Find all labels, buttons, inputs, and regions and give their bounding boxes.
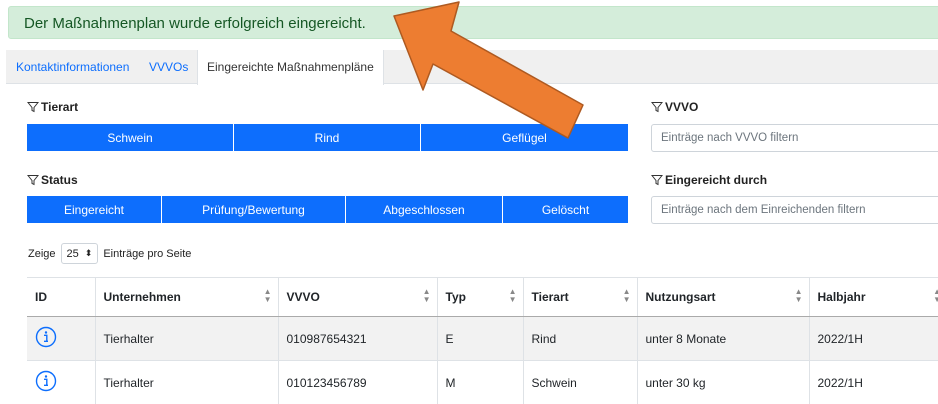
tierart-cell: Rind	[522, 316, 637, 361]
sort-icon: ▲ ▼	[933, 287, 938, 304]
success-alert: Der Maßnahmenplan wurde erfolgreich eing…	[8, 6, 938, 39]
page-length-control: Zeige 25 ⬍ Einträge pro Seite	[28, 243, 191, 264]
funnel-icon	[27, 175, 39, 186]
per-page-value: 25	[66, 247, 79, 260]
funnel-icon	[27, 102, 39, 113]
table-row: Tierhalter 010123456789 M Schwein unter …	[27, 360, 938, 404]
table-row: Tierhalter 010987654321 E Rind unter 8 M…	[27, 316, 938, 361]
table-header-row: ID Unternehmen ▲ ▼ VVVO ▲ ▼ Typ ▲ ▼ Tierart ▲ ▼ …	[27, 277, 938, 317]
sort-icon: ▲ ▼	[508, 287, 517, 304]
tab-kontaktinformationen[interactable]: Kontaktinformationen	[16, 50, 129, 84]
sort-icon: ▲ ▼	[263, 287, 272, 304]
status-geloescht-button[interactable]: Gelöscht	[503, 196, 628, 223]
tab-bar: Kontaktinformationen VVVOs Eingereichte …	[6, 50, 938, 85]
nutzungsart-cell: unter 30 kg	[636, 360, 809, 404]
info-circle-icon[interactable]	[35, 370, 57, 392]
tierart-button-group: Schwein Rind Geflügel	[27, 124, 628, 151]
sort-icon: ▲ ▼	[422, 287, 431, 304]
halbjahr-cell: 2022/1H	[808, 316, 938, 361]
filter-label-status: Status	[27, 173, 78, 187]
tab-vvvos[interactable]: VVVOs	[149, 50, 188, 84]
typ-cell: M	[436, 360, 523, 404]
typ-cell: E	[436, 316, 523, 361]
filter-label-eingereicht-durch-text: Eingereicht durch	[665, 173, 768, 187]
eingereicht-durch-filter-input[interactable]: Einträge nach dem Einreichenden filtern	[651, 196, 938, 224]
column-header-halbjahr[interactable]: Halbjahr ▲ ▼	[808, 277, 938, 317]
tierart-rind-button[interactable]: Rind	[234, 124, 421, 151]
per-page-suffix: Einträge pro Seite	[103, 247, 192, 260]
status-pruefung-button[interactable]: Prüfung/Bewertung	[162, 196, 346, 223]
id-cell	[27, 360, 95, 404]
per-page-select[interactable]: 25 ⬍	[60, 243, 99, 264]
unternehmen-cell: Tierhalter	[94, 360, 278, 404]
column-header-unternehmen[interactable]: Unternehmen ▲ ▼	[94, 277, 278, 317]
column-header-tierart[interactable]: Tierart ▲ ▼	[522, 277, 637, 317]
tierart-gefluegel-button[interactable]: Geflügel	[421, 124, 628, 151]
halbjahr-cell: 2022/1H	[808, 360, 938, 404]
status-button-group: Eingereicht Prüfung/Bewertung Abgeschlos…	[27, 196, 628, 223]
tierart-cell: Schwein	[522, 360, 637, 404]
plans-table: ID Unternehmen ▲ ▼ VVVO ▲ ▼ Typ ▲ ▼ Tierart ▲ ▼ …	[27, 277, 938, 404]
filter-label-eingereicht-durch: Eingereicht durch	[651, 173, 767, 187]
show-label: Zeige	[28, 247, 56, 260]
vvvo-filter-input[interactable]: Einträge nach VVVO filtern	[651, 124, 938, 152]
unternehmen-cell: Tierhalter	[94, 316, 278, 361]
vvvo-cell: 010987654321	[277, 316, 437, 361]
chevron-updown-icon: ⬍	[84, 248, 93, 258]
nutzungsart-cell: unter 8 Monate	[636, 316, 809, 361]
sort-icon: ▲ ▼	[622, 287, 631, 304]
status-eingereicht-button[interactable]: Eingereicht	[27, 196, 162, 223]
filter-label-vvvo-text: VVVO	[665, 100, 699, 114]
info-circle-icon[interactable]	[35, 326, 57, 348]
funnel-icon	[651, 175, 663, 186]
filter-label-status-text: Status	[41, 173, 78, 187]
id-cell	[27, 316, 95, 361]
column-header-typ[interactable]: Typ ▲ ▼	[436, 277, 523, 317]
alert-message: Der Maßnahmenplan wurde erfolgreich eing…	[24, 15, 366, 32]
sort-icon: ▲ ▼	[794, 287, 803, 304]
filter-label-vvvo: VVVO	[651, 100, 698, 114]
column-header-nutzungsart[interactable]: Nutzungsart ▲ ▼	[636, 277, 809, 317]
column-header-id[interactable]: ID	[27, 277, 95, 317]
vvvo-cell: 010123456789	[277, 360, 437, 404]
filter-label-tierart-text: Tierart	[41, 100, 79, 114]
tab-eingereichte-massnahmenplaene[interactable]: Eingereichte Maßnahmenpläne	[197, 50, 384, 85]
filter-label-tierart: Tierart	[27, 100, 78, 114]
funnel-icon	[651, 102, 663, 113]
tierart-schwein-button[interactable]: Schwein	[27, 124, 234, 151]
column-header-vvvo[interactable]: VVVO ▲ ▼	[277, 277, 437, 317]
status-abgeschlossen-button[interactable]: Abgeschlossen	[346, 196, 503, 223]
